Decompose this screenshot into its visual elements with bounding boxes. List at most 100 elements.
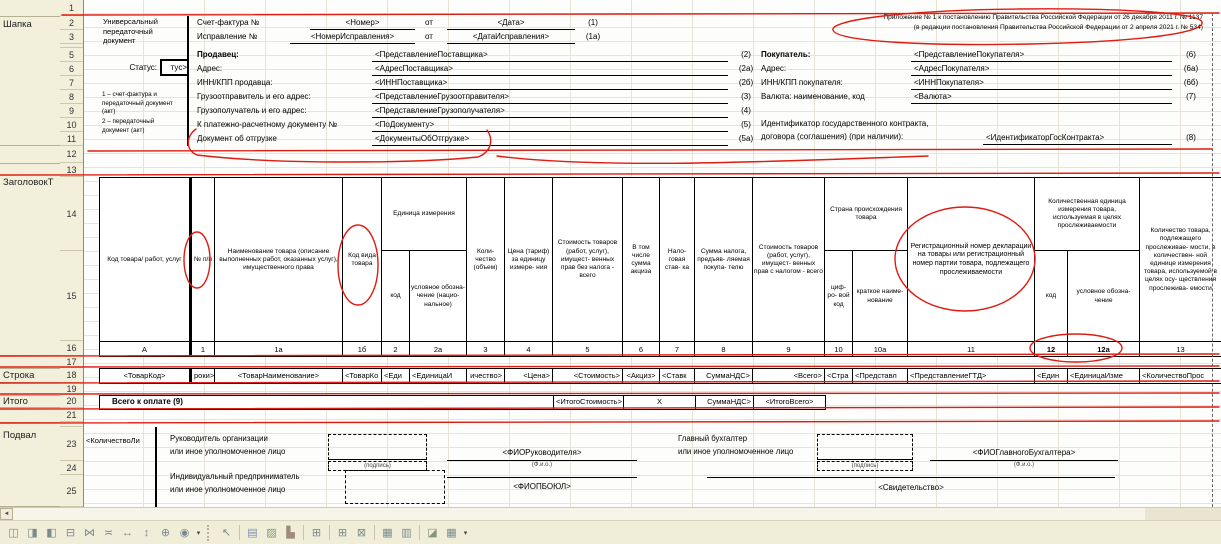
- consignor-label[interactable]: Грузоотправитель и его адрес:: [197, 90, 311, 104]
- correction-number-cell[interactable]: <НомерИсправления>: [290, 30, 415, 44]
- row-number[interactable]: 14: [60, 177, 83, 251]
- col-7-header[interactable]: Нало- говая став- ка: [660, 178, 695, 342]
- entrepreneur-label-line1[interactable]: Индивидуальный предприниматель: [170, 470, 300, 483]
- director-label-line1[interactable]: Руководитель организации: [170, 432, 268, 445]
- cell-kod-vida[interactable]: <ТоварКо: [343, 369, 382, 383]
- section-zagolovok[interactable]: ЗаголовокТ: [0, 163, 60, 356]
- col-id[interactable]: А: [100, 342, 190, 356]
- col-10a-header[interactable]: краткое наиме- нование: [853, 251, 907, 342]
- col-id[interactable]: 4: [505, 342, 553, 356]
- cell-strana-kod[interactable]: <Стра: [825, 369, 853, 383]
- col-id[interactable]: 7: [660, 342, 695, 356]
- cell-stavka[interactable]: <Ставк: [660, 369, 695, 383]
- seller-value-cell[interactable]: <ПредставлениеПоставщика>: [372, 48, 728, 62]
- status-note-2[interactable]: 2 – передаточный документ (акт): [102, 118, 182, 135]
- format-painter-table-icon[interactable]: ◪: [423, 524, 442, 542]
- invoice-date-cell[interactable]: <Дата>: [447, 16, 575, 30]
- fit-column-width-icon[interactable]: ⋈: [80, 524, 99, 542]
- row-number[interactable]: 19: [60, 383, 83, 395]
- director-label-line2[interactable]: или иное уполномоченное лицо: [170, 445, 285, 458]
- cell-kolichestvo[interactable]: ичество>: [467, 369, 505, 383]
- col-id[interactable]: 8: [695, 342, 753, 356]
- row-number[interactable]: 6: [60, 62, 83, 76]
- col-2-header[interactable]: код: [382, 251, 410, 342]
- gov-contract-label-1[interactable]: Идентификатор государственного контракта…: [761, 117, 928, 131]
- invoice-number-label[interactable]: Счет-фактура №: [197, 16, 259, 30]
- row-number[interactable]: 10: [60, 118, 83, 132]
- col-1-header[interactable]: № п/п: [190, 178, 215, 342]
- toolbar-drag-handle[interactable]: [207, 525, 213, 541]
- row-number[interactable]: 5: [60, 48, 83, 62]
- col-id[interactable]: 3: [467, 342, 505, 356]
- col-id[interactable]: 6: [623, 342, 660, 356]
- cell-tovar-naimenovanie[interactable]: <ТоварНаименование>: [215, 369, 343, 383]
- fit-row-height-icon[interactable]: ≍: [99, 524, 118, 542]
- section-stroka[interactable]: Строка: [0, 368, 60, 383]
- col-9-header[interactable]: Стоимость товаров (работ, услуг), имущес…: [753, 178, 825, 342]
- col-id[interactable]: 2: [382, 342, 410, 356]
- cell-trace-edinica[interactable]: <ЕдиницаИзме: [1068, 369, 1140, 383]
- cell-edinica-kod[interactable]: <Еди: [382, 369, 410, 383]
- pivot-table-icon[interactable]: ⊞: [307, 524, 326, 542]
- seller-inn-label[interactable]: ИНН/КПП продавца:: [197, 76, 273, 90]
- status-label[interactable]: Статус:: [100, 61, 157, 75]
- buyer-label[interactable]: Покупатель:: [761, 48, 810, 62]
- chart-block-icon[interactable]: ▙: [281, 524, 300, 542]
- col-id[interactable]: 13: [1140, 342, 1221, 356]
- row-number[interactable]: 17: [60, 356, 83, 368]
- buyer-value-cell[interactable]: <ПредставлениеПокупателя>: [911, 48, 1172, 62]
- view-options-lamp-icon[interactable]: ◉: [175, 524, 194, 542]
- entrepreneur-fio-cell[interactable]: <ФИОПБОЮЛ>: [447, 480, 637, 494]
- trace-group-label[interactable]: Количественная единица измерения товара,…: [1035, 178, 1139, 251]
- stretch-horizontal-icon[interactable]: ↔: [118, 524, 137, 542]
- buyer-address-label[interactable]: Адрес:: [761, 62, 786, 76]
- section-shapka[interactable]: Шапка: [0, 16, 60, 146]
- currency-label[interactable]: Валюта: наименование, код: [761, 90, 865, 104]
- horizontal-scrollbar[interactable]: ◄: [0, 507, 1221, 521]
- currency-cell[interactable]: <Валюта>: [911, 90, 1172, 104]
- row-number[interactable]: 21: [60, 408, 83, 422]
- seller-label[interactable]: Продавец:: [197, 48, 239, 62]
- gov-contract-cell[interactable]: <ИдентификаторГосКонтракта>: [983, 131, 1172, 145]
- col-2a-header[interactable]: условное обозна- чение (нацио- нальное): [410, 251, 466, 342]
- row-number[interactable]: 3: [60, 30, 83, 44]
- col-13-header[interactable]: Количество товара, подлежащего прослежив…: [1140, 178, 1221, 342]
- align-center-vertical-icon[interactable]: ⊟: [61, 524, 80, 542]
- col-a-header[interactable]: Код товара/ работ, услуг: [100, 178, 190, 342]
- row-number[interactable]: 24: [60, 461, 83, 475]
- gov-contract-label-2[interactable]: договора (соглашения) (при наличии):: [761, 130, 903, 144]
- named-area-icon[interactable]: ▥: [397, 524, 416, 542]
- col-id[interactable]: 1а: [215, 342, 343, 356]
- seller-inn-cell[interactable]: <ИННПоставщика>: [372, 76, 728, 90]
- row-number[interactable]: 7: [60, 76, 83, 90]
- totals-total-cell[interactable]: <ИтогоВсего>: [753, 396, 825, 409]
- cell-summa-nds[interactable]: СуммаНДС>: [695, 369, 753, 383]
- col-8-header[interactable]: Сумма налога, предъяв- ляемая покупа- те…: [695, 178, 753, 342]
- accountant-signature-box[interactable]: [817, 434, 913, 460]
- row-number[interactable]: 8: [60, 90, 83, 104]
- col-12-header[interactable]: код: [1035, 251, 1068, 342]
- row-number[interactable]: 18: [60, 368, 83, 383]
- select-pointer-icon[interactable]: ↖: [217, 524, 236, 542]
- col-1a-header[interactable]: Наименование товара (описание выполненны…: [215, 178, 343, 342]
- col-10-header[interactable]: циф- ро- вой код: [825, 251, 853, 342]
- buyer-inn-cell[interactable]: <ИННПокупателя>: [911, 76, 1172, 90]
- payment-doc-label[interactable]: К платежно-расчетному документу №: [197, 118, 337, 132]
- table-settings-icon[interactable]: ▦: [442, 524, 461, 542]
- shipment-doc-cell[interactable]: <ДокументыОбОтгрузке>: [372, 132, 728, 146]
- cell-trace-kolichestvo[interactable]: <КоличествоПрос: [1140, 369, 1221, 383]
- col-id[interactable]: 10: [825, 342, 853, 356]
- totals-tax-cell[interactable]: СуммаНДС>: [695, 396, 753, 409]
- align-center-horizontal-icon[interactable]: ◧: [42, 524, 61, 542]
- totals-cost-cell[interactable]: <ИтогоСтоимость>: [553, 396, 623, 409]
- totals-label[interactable]: Всего к оплате (9): [100, 396, 553, 409]
- payment-doc-cell[interactable]: <ПоДокументу>: [372, 118, 728, 132]
- correction-date-cell[interactable]: <ДатаИсправления>: [447, 30, 575, 44]
- row-number[interactable]: 20: [60, 395, 83, 408]
- col-12a-header[interactable]: условное обозна- чение: [1068, 251, 1139, 342]
- col-id[interactable]: 12: [1035, 342, 1068, 356]
- sheets-count-cell[interactable]: <КоличествоЛи: [86, 434, 154, 448]
- shipment-doc-label[interactable]: Документ об отгрузке: [197, 132, 277, 146]
- picture-block-icon[interactable]: ▨: [262, 524, 281, 542]
- unit-group-label[interactable]: Единица измерения: [382, 178, 466, 251]
